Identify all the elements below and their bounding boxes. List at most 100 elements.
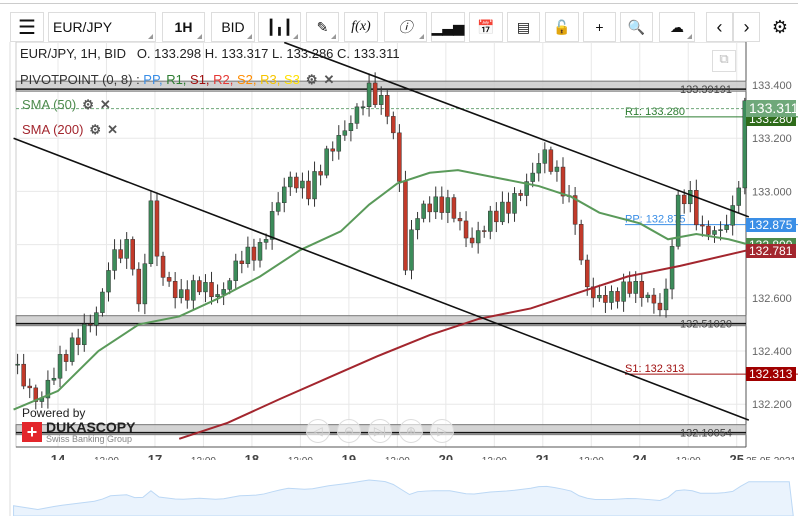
menu-icon: ☰	[18, 16, 36, 39]
gear-icon[interactable]: ⚙	[89, 122, 101, 138]
candle	[730, 205, 735, 226]
close-icon[interactable]: ✕	[107, 122, 118, 138]
candle	[542, 149, 548, 164]
candle	[191, 280, 196, 301]
candle	[439, 196, 445, 213]
pivot-legend: PIVOTPOINT (0, 8) : PP, R1, S1, R2, S2, …	[20, 72, 334, 88]
pivot-label: PIVOTPOINT (0, 8)	[20, 72, 133, 87]
candle	[203, 282, 208, 293]
candle	[82, 323, 87, 345]
draw-button[interactable]: ✎	[306, 12, 339, 42]
candle	[118, 249, 123, 259]
candle	[160, 255, 166, 278]
chevron-left-icon: ‹	[716, 16, 723, 37]
lock-button[interactable]: 🔓	[545, 12, 579, 42]
pan-right-button[interactable]: ▷	[430, 419, 454, 443]
pivot-band-label: 132.10054	[680, 428, 732, 440]
lock-icon: 🔓	[553, 18, 571, 35]
chevron-right-icon: ›	[743, 16, 750, 37]
toolbar: ☰ EUR/JPY 1H BID ┃╻┃ ✎ f(x) ⓘ ▁▃▅ 📅 ▤ 🔓 …	[0, 3, 798, 42]
candle	[657, 302, 663, 311]
candle	[409, 229, 414, 271]
candle	[385, 95, 390, 117]
menu-button[interactable]: ☰	[10, 12, 44, 42]
bar-chart-button[interactable]: ▁▃▅	[431, 12, 465, 42]
candle	[391, 116, 396, 134]
candle	[639, 281, 645, 298]
gear-icon[interactable]: ⚙	[306, 72, 318, 88]
candle	[100, 291, 105, 313]
crosshair-button[interactable]: +	[583, 12, 616, 42]
calendar-button[interactable]: 📅	[469, 12, 503, 42]
pivot-level-pp: PP,	[143, 72, 167, 87]
side-value: BID	[221, 19, 245, 35]
pivot-sep: :	[132, 72, 144, 87]
zoom-out-button[interactable]: ⊖	[337, 419, 361, 443]
candle	[621, 281, 626, 302]
scroll-left-button[interactable]: ‹	[706, 12, 733, 42]
chart-title: EUR/JPY, 1H, BID	[20, 46, 126, 61]
candle	[257, 242, 263, 261]
price-chart[interactable]: 133.400133.200133.000132.800132.600132.4…	[0, 41, 798, 517]
info-button[interactable]: ⓘ	[384, 12, 427, 42]
function-icon: f(x)	[351, 19, 371, 34]
candle	[27, 385, 32, 389]
cloud-upload-button[interactable]: ☁	[659, 12, 695, 42]
chart-area[interactable]: 133.400133.200133.000132.800132.600132.4…	[0, 41, 798, 517]
candle	[336, 135, 342, 152]
close-icon[interactable]: ✕	[324, 72, 335, 88]
brand-name: DUKASCOPY	[46, 419, 136, 435]
candle	[463, 220, 469, 239]
reset-button[interactable]: ▷|	[368, 419, 392, 443]
close-icon[interactable]: ✕	[100, 97, 111, 113]
info-icon: ⓘ	[398, 21, 413, 36]
candle	[584, 259, 590, 288]
candle	[354, 106, 360, 124]
candle	[615, 291, 620, 302]
zoom-search-button[interactable]: 🔍	[620, 12, 653, 42]
candle	[530, 172, 535, 182]
gear-icon[interactable]: ⚙	[82, 97, 94, 113]
pivot-label-R1: R1: 133.280	[625, 106, 685, 118]
candle	[488, 210, 493, 232]
settings-button[interactable]: ⚙	[766, 12, 794, 42]
indicators-button[interactable]: f(x)	[344, 12, 378, 42]
scroll-right-button[interactable]: ›	[733, 12, 760, 42]
y-tick-label: 133.400	[752, 80, 792, 92]
candle	[597, 295, 602, 299]
candle	[445, 197, 451, 213]
news-button[interactable]: ▤	[507, 12, 540, 42]
zoom-in-button[interactable]: ⊕	[399, 419, 423, 443]
candle	[342, 130, 348, 136]
candle	[366, 82, 372, 108]
candle	[172, 281, 178, 299]
candle	[397, 132, 402, 182]
popout-button[interactable]: ⧉	[712, 50, 736, 72]
candle	[69, 337, 75, 362]
candle	[136, 268, 142, 305]
chart-type-button[interactable]: ┃╻┃	[258, 12, 301, 42]
pivot-level-r1: R1,	[166, 72, 191, 87]
side-select[interactable]: BID	[211, 12, 255, 42]
pivot-level-s1: S1,	[190, 72, 214, 87]
branding: Powered by + DUKASCOPY Swiss Banking Grou…	[22, 406, 135, 444]
candle	[294, 176, 299, 189]
candle	[63, 354, 69, 362]
candle	[233, 260, 239, 281]
timeframe-value: 1H	[174, 19, 193, 35]
candle	[318, 171, 323, 176]
pencil-icon: ✎	[316, 18, 329, 35]
candle	[57, 354, 63, 379]
candle	[688, 190, 693, 205]
candle	[706, 225, 711, 235]
timeframe-select[interactable]: 1H	[162, 12, 205, 42]
candle	[536, 163, 542, 174]
candle	[645, 294, 651, 298]
candle	[378, 95, 384, 105]
candle	[403, 181, 408, 271]
symbol-select[interactable]: EUR/JPY	[48, 12, 156, 42]
y-tick-label: 132.200	[752, 399, 792, 411]
popout-icon: ⧉	[719, 51, 729, 66]
pan-left-button[interactable]: ◁	[306, 419, 330, 443]
candle	[330, 148, 335, 152]
